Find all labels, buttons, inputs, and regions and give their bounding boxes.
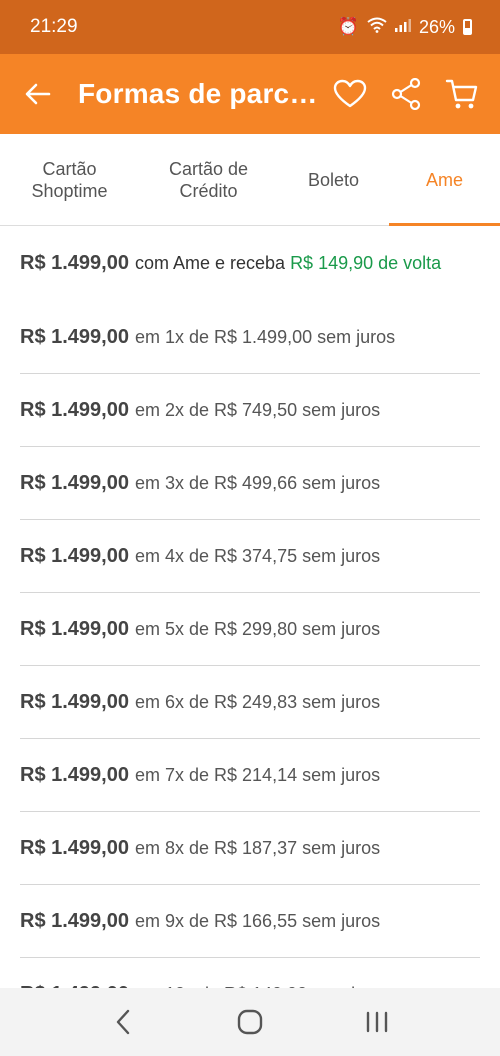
chevron-left-icon [117, 1009, 130, 1035]
installment-list: R$ 1.499,00 com Ame e receba R$ 149,90 d… [0, 226, 500, 1031]
app-bar: Formas de parcel... [0, 54, 500, 134]
installment-row: R$ 1.499,00 em 7x de R$ 214,14 sem juros [20, 739, 480, 812]
row-text: em 4x de R$ 374,75 sem juros [134, 545, 381, 566]
nav-back-button[interactable] [93, 997, 153, 1047]
installment-row: R$ 1.499,00 em 2x de R$ 749,50 sem juros [20, 374, 480, 447]
payment-tabs: Cartão Shoptime Cartão de Crédito Boleto… [0, 134, 500, 226]
tab-ame[interactable]: Ame [389, 134, 500, 226]
installment-row: R$ 1.499,00 em 9x de R$ 166,55 sem juros [20, 885, 480, 958]
installment-row: R$ 1.499,00 em 5x de R$ 299,80 sem juros [20, 593, 480, 666]
row-text: em 8x de R$ 187,37 sem juros [134, 837, 381, 858]
recents-icon [366, 1011, 387, 1033]
battery-icon [463, 19, 472, 35]
share-icon [391, 78, 421, 110]
page-title: Formas de parcel... [78, 78, 320, 109]
tab-boleto[interactable]: Boleto [278, 134, 389, 225]
status-icons: ⏰ 26% [338, 17, 472, 38]
row-price: R$ 1.499,00 [20, 909, 129, 932]
row-price: R$ 1.499,00 [20, 836, 129, 859]
row-price: R$ 1.499,00 [20, 690, 129, 713]
installment-row: R$ 1.499,00 em 3x de R$ 499,66 sem juros [20, 447, 480, 520]
cart-button[interactable] [440, 72, 484, 116]
home-icon [237, 1009, 263, 1035]
nav-home-button[interactable] [220, 997, 280, 1047]
tab-cartao-shoptime[interactable]: Cartão Shoptime [0, 134, 139, 225]
row-text: em 1x de R$ 1.499,00 sem juros [134, 326, 396, 347]
back-button[interactable] [16, 72, 60, 116]
nav-recents-button[interactable] [347, 997, 407, 1047]
signal-icon [394, 17, 411, 37]
system-nav-bar [0, 988, 500, 1056]
alarm-icon: ⏰ [337, 17, 359, 36]
row-price: R$ 1.499,00 [20, 763, 129, 786]
promo-cashback: R$ 149,90 de volta [290, 253, 442, 273]
heart-icon [333, 79, 367, 108]
cart-icon [445, 79, 478, 109]
row-text: em 9x de R$ 166,55 sem juros [134, 910, 381, 931]
promo-text: com Ame e receba [134, 253, 286, 273]
row-text: em 5x de R$ 299,80 sem juros [134, 618, 381, 639]
row-text: em 3x de R$ 499,66 sem juros [134, 472, 381, 493]
row-text: em 6x de R$ 249,83 sem juros [134, 691, 381, 712]
row-price: R$ 1.499,00 [20, 617, 129, 640]
row-text: em 7x de R$ 214,14 sem juros [134, 764, 381, 785]
favorite-button[interactable] [328, 72, 372, 116]
wifi-icon [367, 17, 387, 38]
battery-percent: 26% [418, 16, 455, 37]
installment-row: R$ 1.499,00 em 4x de R$ 374,75 sem juros [20, 520, 480, 593]
status-bar: 21:29 ⏰ 26% [0, 0, 500, 54]
share-button[interactable] [384, 72, 428, 116]
installment-row: R$ 1.499,00 em 8x de R$ 187,37 sem juros [20, 812, 480, 885]
status-time: 21:29 [30, 16, 78, 37]
row-price: R$ 1.499,00 [20, 471, 129, 494]
tab-cartao-de-credito[interactable]: Cartão de Crédito [139, 134, 278, 225]
ame-promo: R$ 1.499,00 com Ame e receba R$ 149,90 d… [20, 226, 480, 301]
row-text: em 2x de R$ 749,50 sem juros [134, 399, 381, 420]
installment-row: R$ 1.499,00 em 6x de R$ 249,83 sem juros [20, 666, 480, 739]
arrow-left-icon [25, 83, 51, 105]
row-price: R$ 1.499,00 [20, 325, 129, 348]
promo-price: R$ 1.499,00 [20, 252, 129, 274]
row-price: R$ 1.499,00 [20, 544, 129, 567]
row-price: R$ 1.499,00 [20, 398, 129, 421]
installment-row: R$ 1.499,00 em 1x de R$ 1.499,00 sem jur… [20, 301, 480, 374]
